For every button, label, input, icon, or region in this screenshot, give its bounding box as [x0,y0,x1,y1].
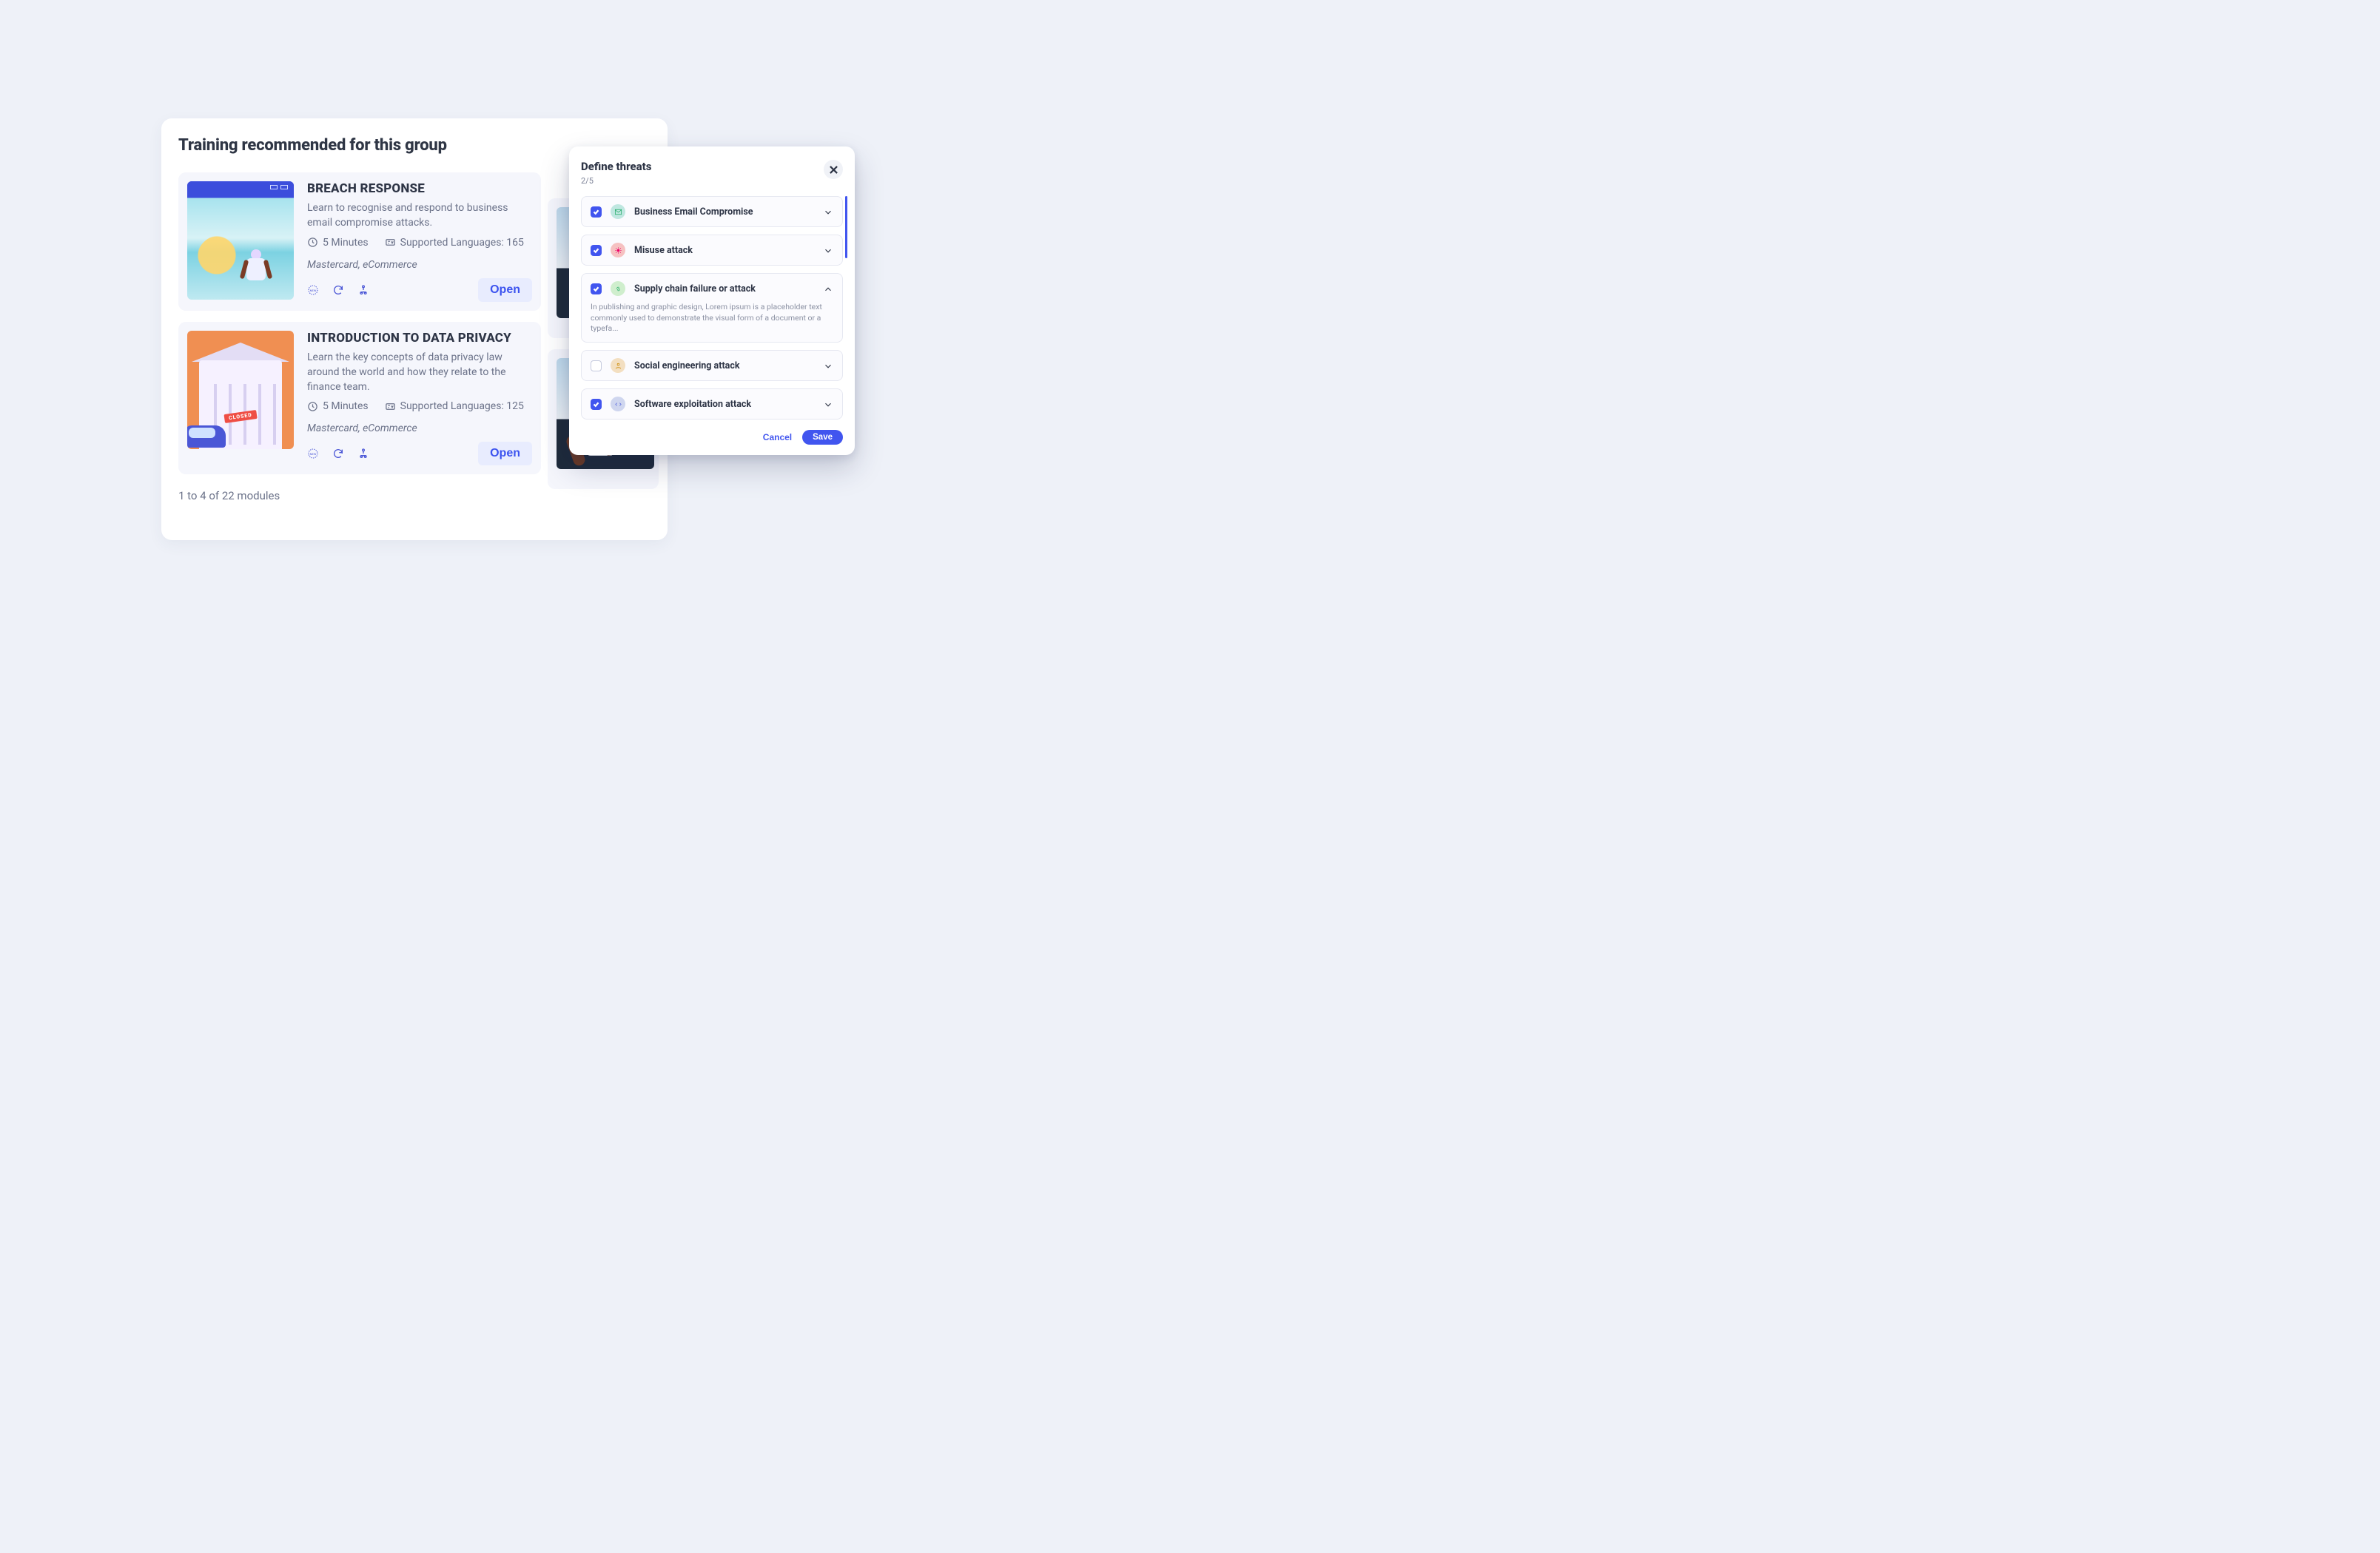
threat-name: Supply chain failure or attack [634,283,814,294]
threat-name: Social engineering attack [634,360,814,371]
card-description: Learn to recognise and respond to busine… [307,201,532,231]
languages-text: Supported Languages: 165 [400,237,524,249]
chevron-down-icon[interactable] [823,245,833,255]
svg-text:NEW: NEW [310,452,317,456]
card-tags: Mastercard, eCommerce [307,259,532,271]
threat-item[interactable]: Business Email Compromise [581,196,843,227]
card-badges: NEW [307,448,369,459]
clock-icon [307,401,318,412]
threat-type-icon [611,243,625,257]
threat-description: In publishing and graphic design, Lorem … [591,302,833,334]
chevron-up-icon[interactable] [823,283,833,294]
card-tags: Mastercard, eCommerce [307,422,532,434]
threat-item[interactable]: Misuse attack [581,235,843,266]
define-threats-modal: Define threats 2/5 Business Email Compro… [569,146,855,455]
card-title: INTRODUCTION TO DATA PRIVACY [307,331,532,346]
open-button[interactable]: Open [478,442,532,465]
close-icon [830,166,838,174]
threat-name: Misuse attack [634,245,814,256]
threat-type-icon [611,281,625,296]
card-thumbnail [187,181,294,300]
threat-checkbox[interactable] [591,283,602,294]
threat-checkbox[interactable] [591,245,602,256]
close-button[interactable] [824,160,843,179]
threat-item[interactable]: Software exploitation attack [581,388,843,420]
card-title: BREACH RESPONSE [307,181,532,196]
threat-item[interactable]: Supply chain failure or attack In publish… [581,273,843,343]
new-badge-icon: NEW [307,448,319,459]
threat-type-icon [611,204,625,219]
card-body: BREACH RESPONSE Learn to recognise and r… [307,181,532,302]
threat-checkbox[interactable] [591,206,602,218]
chevron-down-icon[interactable] [823,360,833,371]
chevron-down-icon[interactable] [823,206,833,217]
languages-icon [385,237,396,248]
card-body: INTRODUCTION TO DATA PRIVACY Learn the k… [307,331,532,466]
cancel-button[interactable]: Cancel [763,432,792,442]
training-card[interactable]: CLOSED INTRODUCTION TO DATA PRIVACY Lear… [178,322,541,475]
modal-title: Define threats [581,160,651,173]
duration: 5 Minutes [307,400,369,412]
threat-checkbox[interactable] [591,399,602,410]
share-icon [357,448,369,459]
languages: Supported Languages: 125 [385,400,524,412]
modal-actions: Cancel Save [581,430,843,445]
duration-text: 5 Minutes [323,237,369,249]
card-thumbnail: CLOSED [187,331,294,449]
languages: Supported Languages: 165 [385,237,524,249]
chevron-down-icon[interactable] [823,399,833,409]
open-button[interactable]: Open [478,278,532,302]
threat-item[interactable]: Social engineering attack [581,350,843,381]
languages-text: Supported Languages: 125 [400,400,524,412]
refresh-icon [332,448,344,459]
threat-name: Business Email Compromise [634,206,814,218]
card-meta: 5 Minutes Supported Languages: 165 [307,237,532,249]
threat-type-icon [611,397,625,411]
card-badges: NEW [307,284,369,296]
threat-type-icon [611,358,625,373]
threat-list: Business Email Compromise Misuse attack Su… [581,196,843,420]
training-card[interactable]: BREACH RESPONSE Learn to recognise and r… [178,172,541,311]
clock-icon [307,237,318,248]
duration: 5 Minutes [307,237,369,249]
threat-name: Software exploitation attack [634,399,814,410]
modal-step: 2/5 [581,176,651,186]
new-badge-icon: NEW [307,284,319,296]
card-meta: 5 Minutes Supported Languages: 125 [307,400,532,412]
share-icon [357,284,369,296]
refresh-icon [332,284,344,296]
card-description: Learn the key concepts of data privacy l… [307,350,532,395]
svg-text:NEW: NEW [310,289,317,292]
duration-text: 5 Minutes [323,400,369,412]
save-button[interactable]: Save [802,430,843,445]
threat-checkbox[interactable] [591,360,602,371]
languages-icon [385,401,396,412]
